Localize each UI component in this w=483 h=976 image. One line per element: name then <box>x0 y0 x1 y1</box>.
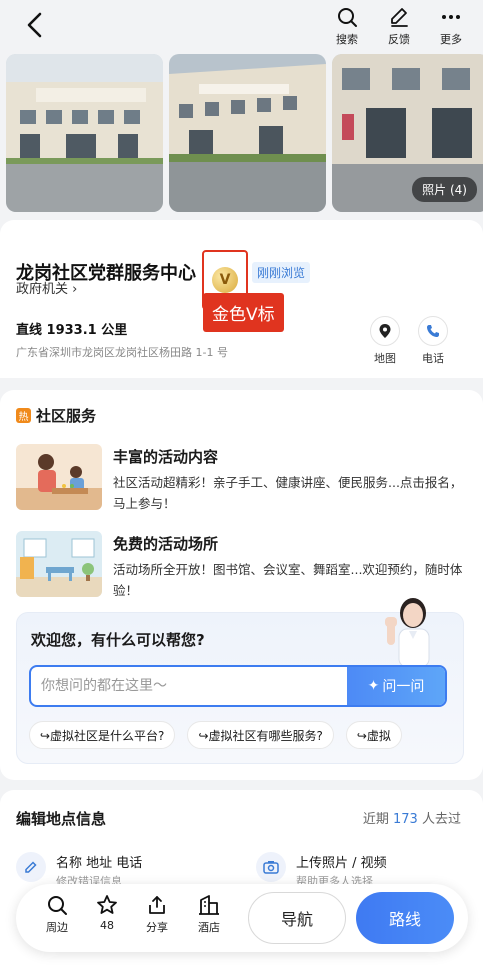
ask-button[interactable]: ✦ 问一问 <box>347 667 445 705</box>
back-arrow-icon <box>27 12 42 38</box>
route-button[interactable]: 路线 <box>356 892 454 944</box>
service-item-title: 丰富的活动内容 <box>113 448 219 466</box>
photo-3[interactable]: 照片 (4) <box>332 54 483 212</box>
hotel-icon <box>199 895 219 915</box>
building-photo-image <box>169 54 326 212</box>
poi-address[interactable]: 广东省深圳市龙岗区龙岗社区杨田路 1-1 号 <box>16 344 228 360</box>
photo-strip[interactable]: 照片 (4) <box>6 54 483 212</box>
bottom-action-bar: 周边 48 分享 酒店 导航 路线 <box>16 884 468 952</box>
hot-icon: 热 <box>16 408 31 423</box>
suggested-question-chip[interactable]: ↪虚拟 <box>345 721 402 749</box>
activity-illustration-image <box>16 444 102 510</box>
favorite-button[interactable]: 48 <box>90 894 124 932</box>
star-icon <box>97 895 117 914</box>
ai-question-input[interactable] <box>31 667 349 705</box>
phone-icon <box>427 325 439 337</box>
ask-button-label: 问一问 <box>382 679 425 695</box>
visits-number: 173 <box>393 812 418 827</box>
location-pin-icon <box>379 324 391 338</box>
back-button[interactable] <box>22 10 48 40</box>
edit-section-title: 编辑地点信息 <box>16 810 107 828</box>
service-item-title: 免费的活动场所 <box>113 535 219 553</box>
ai-greeting: 欢迎您，有什么可以帮您? <box>31 631 205 649</box>
share-label: 分享 <box>146 921 168 934</box>
assistant-avatar-image <box>385 598 430 667</box>
more-action-label: 更多 <box>440 33 462 46</box>
poi-category[interactable]: 政府机关 › <box>16 278 77 297</box>
map-button[interactable]: 地图 <box>369 316 401 366</box>
suggested-question-chip[interactable]: ↪虚拟社区有哪些服务? <box>187 721 334 749</box>
building-photo-image <box>6 54 163 212</box>
nearby-button[interactable]: 周边 <box>40 894 74 935</box>
service-section-title: 社区服务 <box>36 407 97 425</box>
photo-2[interactable] <box>169 54 326 212</box>
edit-icon <box>25 861 37 873</box>
share-button[interactable]: 分享 <box>140 894 174 935</box>
edit-icon <box>391 8 408 27</box>
poi-distance: 直线 1933.1 公里 <box>16 323 128 338</box>
search-action[interactable]: 搜索 <box>329 6 365 47</box>
phone-button-label: 电话 <box>422 352 444 365</box>
edit-info-title: 名称 地址 电话 <box>56 856 143 871</box>
share-icon <box>149 896 165 914</box>
recent-viewed-tag: 刚刚浏览 <box>252 261 311 283</box>
hotel-label: 酒店 <box>198 921 220 934</box>
suggested-question-chip[interactable]: ↪虚拟社区是什么平台? <box>29 721 176 749</box>
visits-prefix: 近期 <box>362 812 389 827</box>
community-service-card: 热 社区服务 丰富的活动内容 社区活动超精彩！亲子手工、健康讲座、便民服务...… <box>0 390 483 780</box>
venue-illustration-image <box>16 531 102 597</box>
search-action-label: 搜索 <box>336 33 358 46</box>
ai-assistant-box: 欢迎您，有什么可以帮您? ✦ 问一问 ↪虚拟社区是什么平台? ↪虚拟社区有哪些服… <box>16 598 464 764</box>
photo-1[interactable] <box>6 54 163 212</box>
visits-suffix: 人去过 <box>421 812 461 827</box>
more-icon <box>442 15 460 19</box>
service-item-activities[interactable]: 丰富的活动内容 社区活动超精彩！亲子手工、健康讲座、便民服务...点击报名，马上… <box>16 444 466 514</box>
sparkle-icon: ✦ <box>367 678 380 694</box>
photo-count-badge[interactable]: 照片 (4) <box>412 177 477 202</box>
hotel-button[interactable]: 酒店 <box>192 894 226 935</box>
phone-button[interactable]: 电话 <box>417 316 449 366</box>
service-item-desc: 社区活动超精彩！亲子手工、健康讲座、便民服务...点击报名，马上参与！ <box>113 475 463 511</box>
nearby-label: 周边 <box>46 921 68 934</box>
search-icon <box>338 8 357 27</box>
feedback-action[interactable]: 反馈 <box>381 6 417 47</box>
more-action[interactable]: 更多 <box>433 6 469 47</box>
favorite-count: 48 <box>100 919 114 932</box>
search-icon <box>48 896 67 915</box>
poi-category-label: 政府机关 <box>16 282 69 297</box>
visits-count: 近期 173 人去过 <box>363 808 461 827</box>
camera-icon <box>263 861 279 874</box>
chevron-right-icon: › <box>72 282 78 297</box>
feedback-action-label: 反馈 <box>388 33 410 46</box>
map-button-label: 地图 <box>374 352 396 365</box>
service-item-venues[interactable]: 免费的活动场所 活动场所全开放！图书馆、会议室、舞蹈室...欢迎预约，随时体验！ <box>16 531 466 601</box>
gold-v-annotation-label: 金色V标 <box>203 293 284 332</box>
suggested-questions: ↪虚拟社区是什么平台? ↪虚拟社区有哪些服务? ↪虚拟 <box>29 721 449 751</box>
upload-photo-title: 上传照片 / 视频 <box>296 856 387 871</box>
ai-question-bar: ✦ 问一问 <box>29 665 447 707</box>
gold-v-badge-icon[interactable]: V <box>212 267 238 293</box>
navigate-button[interactable]: 导航 <box>248 892 346 944</box>
top-bar: 搜索 反馈 更多 <box>0 0 483 50</box>
